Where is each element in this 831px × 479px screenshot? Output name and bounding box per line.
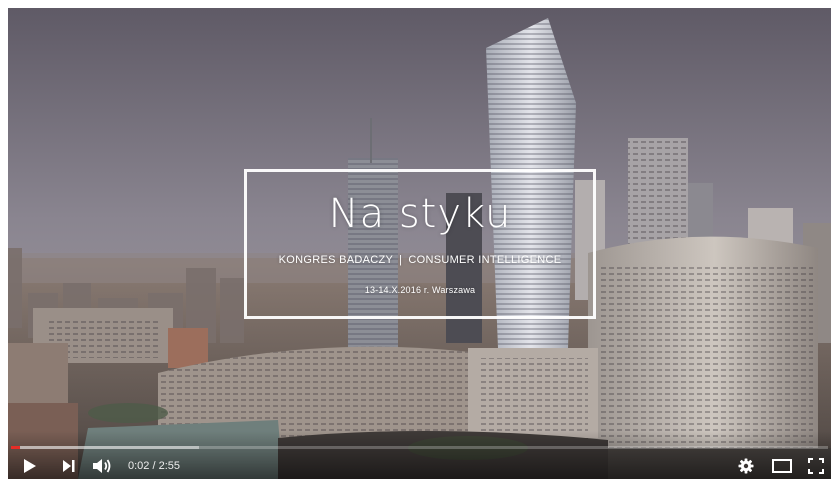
progress-bar[interactable] bbox=[11, 446, 828, 449]
next-icon bbox=[63, 460, 75, 472]
video-subtitle: KONGRES BADACZY | CONSUMER INTELLIGENCE bbox=[247, 253, 593, 267]
next-button[interactable] bbox=[57, 455, 81, 477]
fullscreen-button[interactable] bbox=[804, 455, 828, 477]
video-player[interactable]: Na styku KONGRES BADACZY | CONSUMER INTELL… bbox=[8, 8, 831, 479]
player-controls: 0:02 / 2:55 bbox=[8, 453, 831, 479]
time-separator: / bbox=[149, 460, 159, 472]
event-date: 13-14.X.2016 r. Warszawa bbox=[364, 285, 476, 295]
subtitle-separator: | bbox=[399, 254, 403, 266]
title-card: Na styku KONGRES BADACZY | CONSUMER INTELL… bbox=[244, 169, 596, 319]
video-title: Na styku bbox=[328, 191, 512, 237]
volume-icon bbox=[93, 459, 111, 473]
progress-played bbox=[11, 446, 20, 449]
progress-loaded bbox=[11, 446, 199, 449]
fullscreen-icon bbox=[808, 458, 824, 474]
subtitle-left: KONGRES BADACZY bbox=[278, 254, 394, 266]
gear-icon bbox=[738, 458, 754, 474]
time-display: 0:02 / 2:55 bbox=[128, 459, 180, 473]
play-icon bbox=[24, 459, 36, 473]
volume-button[interactable] bbox=[90, 455, 114, 477]
duration: 2:55 bbox=[158, 460, 181, 472]
subtitle-right: CONSUMER INTELLIGENCE bbox=[408, 254, 562, 266]
settings-button[interactable] bbox=[734, 455, 758, 477]
theater-mode-icon bbox=[772, 459, 792, 473]
current-time: 0:02 bbox=[128, 460, 150, 472]
theater-mode-button[interactable] bbox=[770, 455, 794, 477]
play-button[interactable] bbox=[18, 455, 42, 477]
